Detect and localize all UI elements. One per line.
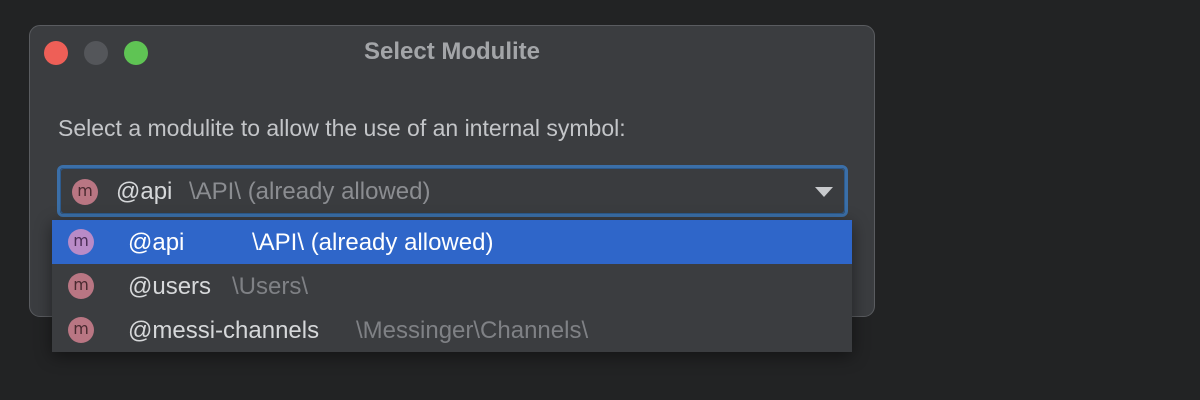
modulite-dropdown-list: m @api \API\ (already allowed) m @users … (52, 220, 852, 352)
modulite-icon: m (68, 229, 94, 255)
combobox-selected-name: @api (116, 178, 173, 205)
modulite-combobox[interactable]: m @api \API\ (already allowed) (57, 165, 848, 217)
chevron-down-icon[interactable] (815, 187, 833, 197)
combobox-selected-path: \API\ (already allowed) (189, 178, 431, 205)
modulite-icon: m (72, 179, 98, 205)
dialog-prompt: Select a modulite to allow the use of an… (58, 115, 626, 141)
combobox-focus-ring (60, 168, 845, 214)
option-name: @users (128, 273, 212, 300)
option-name: @api (128, 229, 185, 256)
option-path: \Messinger\Channels\ (356, 317, 589, 344)
modulite-icon: m (68, 273, 94, 299)
list-item[interactable]: m @messi-channels \Messinger\Channels\ (52, 308, 852, 352)
list-item[interactable]: m @api \API\ (already allowed) (52, 220, 852, 264)
option-name: @messi-channels (128, 317, 320, 344)
option-path: \API\ (already allowed) (252, 229, 494, 256)
option-path: \Users\ (232, 273, 309, 300)
dialog-title: Select Modulite (363, 38, 541, 65)
modulite-icon: m (68, 317, 94, 343)
list-item[interactable]: m @users \Users\ (52, 264, 852, 308)
